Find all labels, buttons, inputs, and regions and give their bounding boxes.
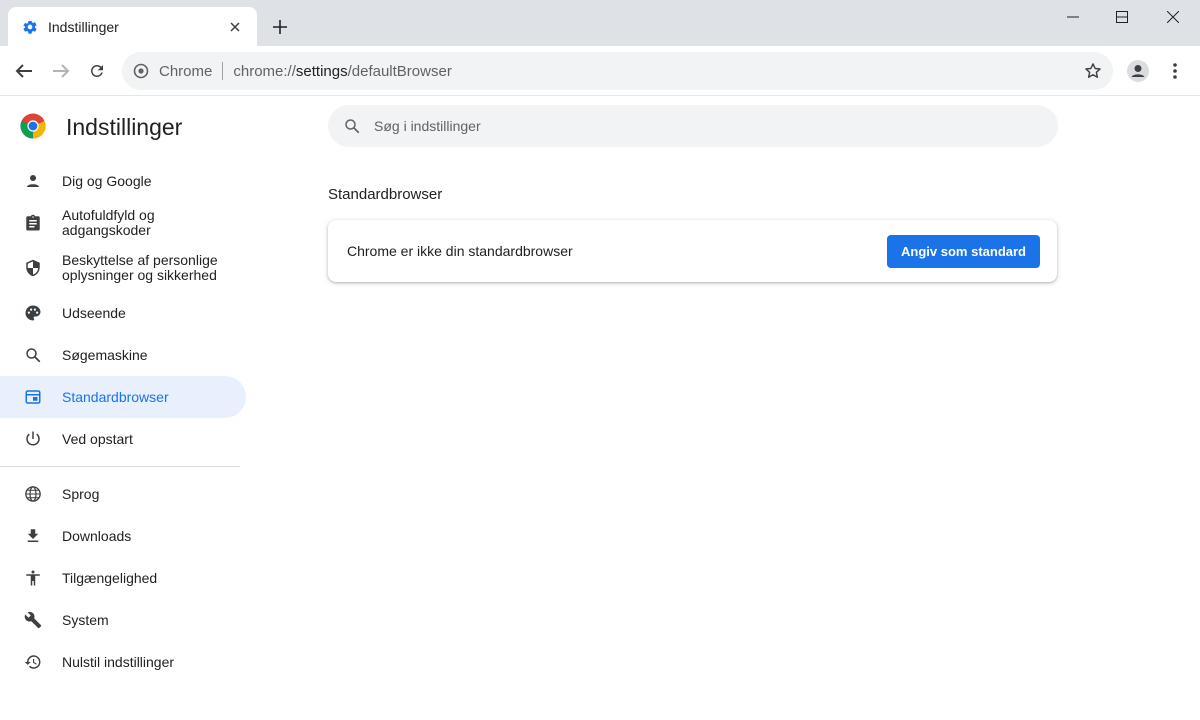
power-icon: [22, 428, 44, 450]
sidebar-item-label: Beskyttelse af personlige oplysninger og…: [62, 252, 218, 283]
address-bar[interactable]: Chrome chrome://settings/defaultBrowser: [122, 52, 1113, 90]
url-host: settings: [295, 62, 348, 80]
make-default-button[interactable]: Angiv som standard: [887, 235, 1040, 268]
more-menu-icon[interactable]: [1161, 57, 1189, 85]
sidebar-item-ved-opstart[interactable]: Ved opstart: [0, 418, 246, 460]
sidebar-item-soegemaskine[interactable]: Søgemaskine: [0, 334, 246, 376]
settings-sidebar: Dig og Google Autofuldfyld og adgangskod…: [0, 160, 260, 683]
globe-icon: [22, 483, 44, 505]
tab-title: Indstillinger: [48, 18, 119, 35]
minimize-button[interactable]: [1048, 0, 1098, 34]
site-name: Chrome: [159, 62, 213, 80]
close-window-button[interactable]: [1148, 0, 1198, 34]
sidebar-item-autofuldfyld[interactable]: Autofuldfyld og adgangskoder: [0, 202, 246, 244]
url-path: /defaultBrowser: [347, 62, 452, 80]
search-icon: [22, 344, 44, 366]
new-tab-icon[interactable]: [268, 15, 292, 39]
settings-gear-icon: [22, 19, 38, 35]
sidebar-item-label: Søgemaskine: [62, 346, 148, 363]
sidebar-item-tilgaengelighed[interactable]: Tilgængelighed: [0, 557, 246, 599]
chrome-logo-icon: [20, 113, 46, 139]
tab-strip: Indstillinger: [0, 0, 1200, 46]
browser-window-icon: [22, 386, 44, 408]
wrench-icon: [22, 609, 44, 631]
accessibility-icon: [22, 567, 44, 589]
bookmark-star-icon[interactable]: [1081, 59, 1105, 83]
search-icon: [342, 116, 362, 136]
sidebar-item-nulstil[interactable]: Nulstil indstillinger: [0, 641, 246, 683]
settings-search-box[interactable]: [328, 105, 1058, 147]
chrome-site-icon: [133, 63, 149, 79]
close-tab-icon[interactable]: [225, 17, 245, 37]
sidebar-item-label: Nulstil indstillinger: [62, 653, 175, 670]
forward-arrow-icon[interactable]: [47, 57, 75, 85]
palette-icon: [22, 302, 44, 324]
browser-toolbar: Chrome chrome://settings/defaultBrowser: [0, 46, 1200, 96]
sidebar-item-label: Ved opstart: [62, 430, 133, 447]
sidebar-item-label: Udseende: [62, 304, 126, 321]
reload-icon[interactable]: [83, 57, 111, 85]
sidebar-item-label: Standardbrowser: [62, 388, 169, 405]
shield-icon: [22, 257, 44, 279]
clipboard-icon: [22, 212, 44, 234]
url-text: chrome://settings/defaultBrowser: [233, 63, 451, 80]
back-arrow-icon[interactable]: [10, 57, 38, 85]
search-input[interactable]: [374, 118, 974, 134]
sidebar-item-privacy[interactable]: Beskyttelse af personlige oplysninger og…: [0, 244, 246, 292]
url-scheme: chrome://: [233, 62, 296, 80]
download-icon: [22, 525, 44, 547]
profile-avatar-icon[interactable]: [1124, 57, 1152, 85]
sidebar-item-dig-og-google[interactable]: Dig og Google: [0, 160, 246, 202]
page-title: Indstillinger: [66, 114, 183, 140]
sidebar-item-label: Sprog: [62, 485, 100, 502]
sidebar-item-label: Downloads: [62, 527, 132, 544]
tab-settings[interactable]: Indstillinger: [8, 7, 257, 46]
sidebar-item-label: Dig og Google: [62, 172, 152, 189]
default-browser-card: Chrome er ikke din standardbrowser Angiv…: [328, 220, 1057, 282]
sidebar-item-udseende[interactable]: Udseende: [0, 292, 246, 334]
maximize-button[interactable]: [1097, 0, 1147, 34]
reset-icon: [22, 651, 44, 673]
sidebar-item-system[interactable]: System: [0, 599, 246, 641]
sidebar-item-label: Autofuldfyld og adgangskoder: [62, 207, 155, 238]
url-separator: [222, 62, 224, 80]
person-icon: [22, 170, 44, 192]
sidebar-divider: [0, 466, 240, 467]
sidebar-item-label: System: [62, 611, 109, 628]
sidebar-item-downloads[interactable]: Downloads: [0, 515, 246, 557]
sidebar-item-sprog[interactable]: Sprog: [0, 473, 246, 515]
sidebar-item-standardbrowser[interactable]: Standardbrowser: [0, 376, 246, 418]
section-title: Standardbrowser: [328, 186, 443, 203]
sidebar-item-label: Tilgængelighed: [62, 569, 158, 586]
